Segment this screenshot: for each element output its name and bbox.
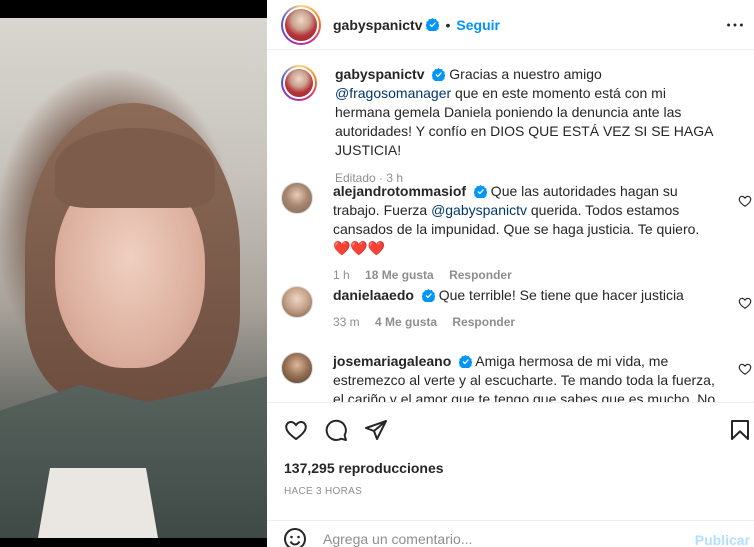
- comment-item: danielaaedo Que terrible! Se tiene que h…: [267, 286, 754, 332]
- author-avatar[interactable]: [281, 4, 321, 45]
- verified-badge-icon: [421, 289, 435, 302]
- comment-icon[interactable]: [324, 418, 348, 442]
- author-username[interactable]: gabyspanictv: [333, 17, 422, 33]
- heart-icon[interactable]: [738, 296, 752, 310]
- comment-input[interactable]: [323, 531, 683, 547]
- comment-likes[interactable]: 18 Me gusta: [365, 268, 434, 282]
- commenter-avatar[interactable]: [281, 182, 313, 214]
- add-comment-bar: Publicar: [267, 520, 754, 547]
- caption-mention[interactable]: @fragosomanager: [335, 85, 451, 101]
- verified-badge-icon: [473, 185, 487, 198]
- verified-badge-icon: [459, 355, 473, 368]
- send-icon[interactable]: [364, 418, 388, 442]
- follow-button[interactable]: Seguir: [456, 17, 500, 33]
- comment-mention[interactable]: @gabyspanictv: [431, 202, 527, 218]
- caption-username[interactable]: gabyspanictv: [335, 66, 424, 82]
- reply-button[interactable]: Responder: [452, 315, 515, 329]
- comment-time[interactable]: 33 m: [333, 315, 360, 329]
- view-count[interactable]: 137,295 reproducciones: [284, 460, 444, 476]
- heart-icon[interactable]: [738, 362, 752, 376]
- comment-item: alejandrotommasiof Que las autoridades h…: [267, 182, 754, 285]
- video-content-bangs: [55, 128, 215, 208]
- commenter-avatar[interactable]: [281, 352, 313, 384]
- comment-item: josemariagaleano Amiga hermosa de mi vid…: [267, 352, 754, 402]
- heart-icon[interactable]: [738, 194, 752, 208]
- caption-text-1: Gracias a nuestro amigo: [445, 66, 602, 82]
- verified-badge-icon: [426, 18, 440, 31]
- heart-emojis: ❤️❤️❤️: [333, 240, 386, 256]
- bookmark-icon[interactable]: [728, 418, 752, 442]
- separator-dot: •: [445, 16, 451, 33]
- publish-button[interactable]: Publicar: [695, 532, 750, 547]
- reply-button[interactable]: Responder: [449, 268, 512, 282]
- video-content-collar: [38, 468, 158, 538]
- heart-icon[interactable]: [284, 418, 308, 442]
- comment-time[interactable]: 1 h: [333, 268, 350, 282]
- comment-username[interactable]: alejandrotommasiof: [333, 183, 466, 199]
- comment-meta: 1 h 18 Me gusta Responder: [333, 266, 718, 285]
- comments-panel[interactable]: gabyspanictv Gracias a nuestro amigo @fr…: [267, 51, 754, 402]
- caption-avatar[interactable]: [281, 65, 317, 101]
- post-header: gabyspanictv • Seguir: [267, 0, 754, 50]
- comment-username[interactable]: danielaaedo: [333, 287, 414, 303]
- comment-username[interactable]: josemariagaleano: [333, 353, 451, 369]
- comment-meta: 33 m 4 Me gusta Responder: [333, 313, 718, 332]
- video-frame[interactable]: [0, 18, 267, 538]
- comment-likes[interactable]: 4 Me gusta: [375, 315, 437, 329]
- comment-text: Que terrible! Se tiene que hacer justici…: [434, 287, 684, 303]
- commenter-avatar[interactable]: [281, 286, 313, 318]
- verified-badge-icon: [432, 68, 446, 81]
- more-dots-icon[interactable]: [724, 14, 746, 36]
- emoji-icon[interactable]: [283, 527, 307, 547]
- post-media[interactable]: [0, 0, 267, 547]
- post-time[interactable]: HACE 3 HORAS: [284, 486, 362, 497]
- post-caption: gabyspanictv Gracias a nuestro amigo @fr…: [267, 65, 754, 188]
